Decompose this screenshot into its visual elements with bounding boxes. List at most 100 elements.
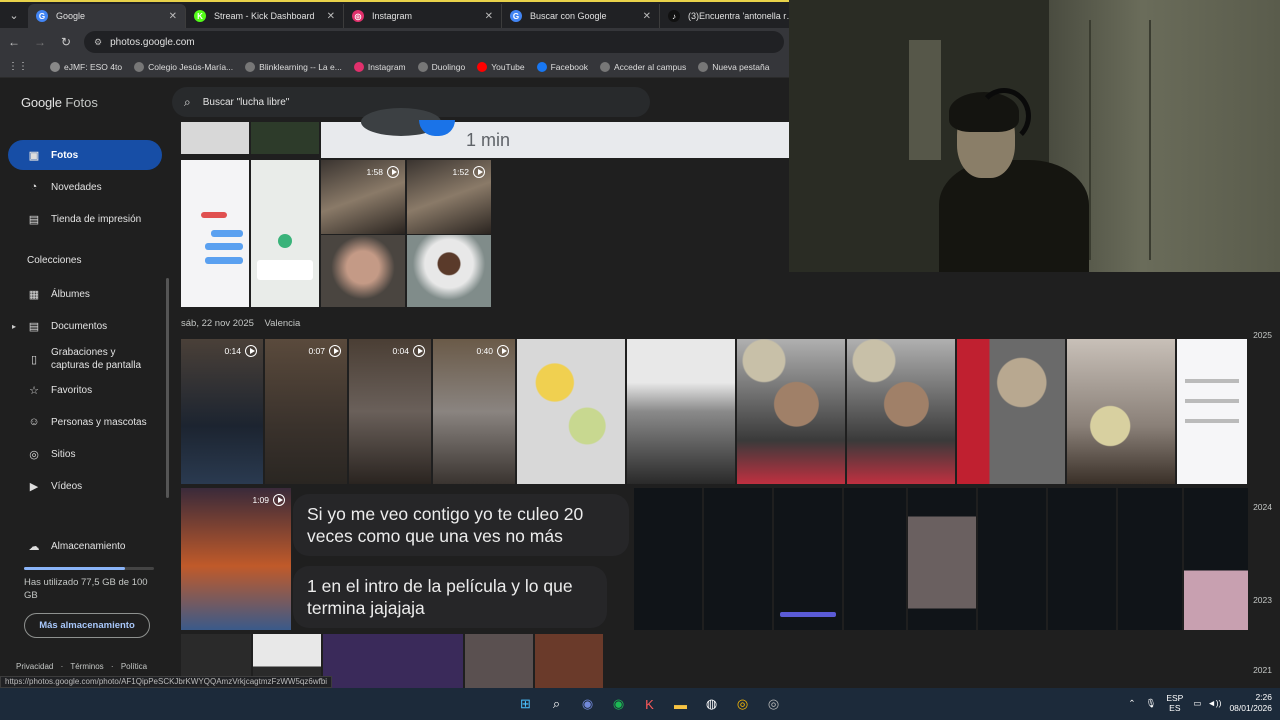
photo-thumbnail[interactable] xyxy=(517,339,625,484)
sidebar-item-favoritos[interactable]: ☆ Favoritos xyxy=(8,375,162,405)
photo-thumbnail[interactable] xyxy=(774,488,842,630)
close-tab-icon[interactable]: ✕ xyxy=(485,11,493,22)
photo-thumbnail[interactable] xyxy=(251,122,319,154)
video-thumbnail[interactable]: 1:09 xyxy=(181,488,291,630)
year-marker[interactable]: 2025 xyxy=(1253,330,1272,340)
photo-thumbnail[interactable] xyxy=(1067,339,1175,484)
spotify-icon[interactable]: ◉ xyxy=(605,692,633,716)
browser-tab[interactable]: G Buscar con Google ✕ xyxy=(502,4,660,28)
year-marker[interactable]: 2021 xyxy=(1253,665,1272,675)
video-thumbnail[interactable]: 1:52 xyxy=(407,160,491,234)
photo-thumbnail[interactable] xyxy=(1184,488,1248,630)
windows-start-icon[interactable]: ⊞ xyxy=(512,692,540,716)
photo-thumbnail[interactable] xyxy=(465,634,533,688)
close-tab-icon[interactable]: ✕ xyxy=(643,11,651,22)
video-duration: 0:04 xyxy=(392,345,425,357)
volume-icon[interactable]: ◄)) xyxy=(1207,698,1221,708)
bookmark-item[interactable]: eJMF: ESO 4to xyxy=(50,61,122,72)
url-input[interactable]: ⚙ photos.google.com xyxy=(84,31,784,53)
sidebar-item-personas[interactable]: ☺ Personas y mascotas xyxy=(8,407,162,437)
photo-thumbnail[interactable] xyxy=(847,339,955,484)
chevron-up-icon[interactable]: ⌃ xyxy=(1128,698,1135,709)
photo-thumbnail[interactable] xyxy=(1118,488,1182,630)
privacy-link[interactable]: Privacidad xyxy=(16,662,53,671)
forward-button[interactable]: → xyxy=(28,30,52,54)
link-status-url: https://photos.google.com/photo/AF1QipPe… xyxy=(0,676,333,688)
photo-thumbnail[interactable] xyxy=(908,488,976,630)
more-storage-button[interactable]: Más almacenamiento xyxy=(24,613,150,638)
photo-thumbnail[interactable] xyxy=(1048,488,1116,630)
language-indicator[interactable]: ESP ES xyxy=(1166,693,1183,713)
photo-thumbnail[interactable] xyxy=(627,339,735,484)
close-tab-icon[interactable]: ✕ xyxy=(327,11,335,22)
photo-thumbnail[interactable] xyxy=(957,339,1065,484)
photo-thumbnail[interactable] xyxy=(321,235,405,307)
bookmark-item[interactable]: Acceder al campus xyxy=(599,61,686,72)
group-place[interactable]: Valencia xyxy=(265,318,301,329)
photo-thumbnail[interactable] xyxy=(535,634,603,688)
sidebar-item-fotos[interactable]: ▣ Fotos xyxy=(8,140,162,170)
video-thumbnail[interactable]: 0:14 xyxy=(181,339,263,484)
sidebar-item-sitios[interactable]: ◎ Sitios xyxy=(8,439,162,469)
network-icon[interactable]: ▭ xyxy=(1193,698,1201,709)
chrome-icon[interactable]: ◎ xyxy=(729,692,757,716)
sidebar-item-tienda-de-impresión[interactable]: ▤ Tienda de impresión xyxy=(8,204,162,234)
bookmark-favicon-icon xyxy=(477,61,488,72)
bookmark-item[interactable]: Facebook xyxy=(536,61,588,72)
close-tab-icon[interactable]: ✕ xyxy=(169,11,177,22)
discord-icon[interactable]: ◉ xyxy=(574,692,602,716)
sidebar-scrollbar[interactable] xyxy=(166,278,169,498)
tab-title: (3)Encuentra 'antonella rocuzzo' xyxy=(688,11,797,21)
sidebar-item-álbumes[interactable]: ▦ Álbumes xyxy=(8,279,162,309)
expand-chevron-icon[interactable]: ▸ xyxy=(12,322,16,331)
sidebar-item-storage[interactable]: ☁ Almacenamiento xyxy=(8,531,162,561)
browser-tab[interactable]: G Google ✕ xyxy=(28,4,186,28)
photo-thumbnail[interactable] xyxy=(634,488,702,630)
bookmark-item[interactable]: Colegio Jesús-María... xyxy=(134,61,233,72)
photo-thumbnail[interactable] xyxy=(704,488,772,630)
photo-thumbnail[interactable] xyxy=(1177,339,1247,484)
video-thumbnail[interactable]: 1:58 xyxy=(321,160,405,234)
clock[interactable]: 2:26 08/01/2026 xyxy=(1229,692,1272,714)
site-info-icon[interactable]: ⚙ xyxy=(94,37,102,48)
sidebar-item-vídeos[interactable]: ▶ Vídeos xyxy=(8,471,162,501)
sidebar-item-label: Álbumes xyxy=(51,288,90,300)
file-explorer-icon[interactable]: ▬ xyxy=(667,692,695,716)
recording-app-icon[interactable]: ◎ xyxy=(760,692,788,716)
reload-button[interactable]: ↻ xyxy=(54,30,78,54)
sidebar-item-documentos[interactable]: ▤ Documentos ▸ xyxy=(8,311,162,341)
year-marker[interactable]: 2024 xyxy=(1253,502,1272,512)
sidebar-item-grabaciones[interactable]: ▯ Grabaciones y capturas de pantalla xyxy=(8,343,162,375)
play-icon xyxy=(473,166,485,178)
photo-thumbnail[interactable] xyxy=(251,160,319,307)
year-marker[interactable]: 2023 xyxy=(1253,595,1272,605)
video-thumbnail[interactable]: 0:04 xyxy=(349,339,431,484)
video-thumbnail[interactable]: 0:07 xyxy=(265,339,347,484)
browser-tab[interactable]: K Stream - Kick Dashboard ✕ xyxy=(186,4,344,28)
photo-thumbnail[interactable] xyxy=(181,160,249,307)
photo-thumbnail[interactable] xyxy=(407,235,491,307)
sidebar-item-novedades[interactable]: ◔ Novedades xyxy=(8,172,162,202)
app-k-icon[interactable]: K xyxy=(636,692,664,716)
google-photos-logo[interactable]: Google Fotos xyxy=(21,95,98,110)
photo-thumbnail[interactable] xyxy=(181,122,249,154)
policy-link[interactable]: Política xyxy=(121,662,147,671)
bookmark-item[interactable]: Blinklearning -- La e... xyxy=(245,61,342,72)
search-taskbar-icon[interactable]: ⌕ xyxy=(543,692,571,716)
photo-thumbnail[interactable] xyxy=(737,339,845,484)
back-button[interactable]: ← xyxy=(2,30,26,54)
tab-search-button[interactable]: ⌄ xyxy=(0,2,28,28)
microphone-icon[interactable]: 🎙 xyxy=(1146,698,1157,709)
apps-icon[interactable]: ⋮⋮ xyxy=(8,61,28,72)
bookmark-item[interactable]: YouTube xyxy=(477,61,525,72)
bookmark-item[interactable]: Duolingo xyxy=(417,61,465,72)
photo-thumbnail[interactable] xyxy=(323,634,463,688)
bookmark-item[interactable]: Nueva pestaña xyxy=(698,61,769,72)
browser-tab[interactable]: ◎ Instagram ✕ xyxy=(344,4,502,28)
obs-icon[interactable]: ◍ xyxy=(698,692,726,716)
bookmark-item[interactable]: Instagram xyxy=(353,61,406,72)
video-thumbnail[interactable]: 0:40 xyxy=(433,339,515,484)
photo-thumbnail[interactable] xyxy=(978,488,1046,630)
photo-thumbnail[interactable] xyxy=(844,488,906,630)
terms-link[interactable]: Términos xyxy=(70,662,103,671)
